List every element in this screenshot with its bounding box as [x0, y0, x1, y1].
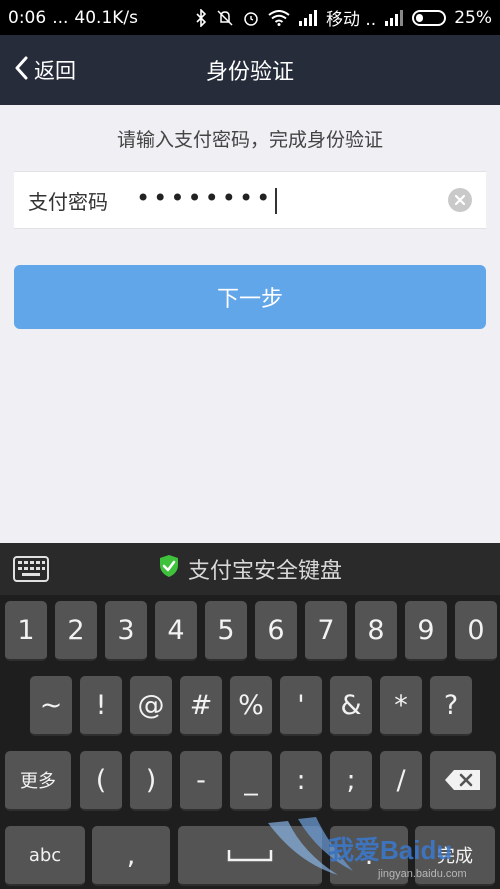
key-colon[interactable]: : — [280, 751, 322, 811]
key-0[interactable]: 0 — [455, 601, 497, 661]
key-question[interactable]: ? — [430, 676, 472, 736]
key-8[interactable]: 8 — [355, 601, 397, 661]
keyboard-icon[interactable] — [13, 556, 49, 582]
password-field[interactable]: 支付密码 •••••••• — [14, 171, 486, 229]
abc-key[interactable]: abc — [5, 826, 85, 886]
mute-icon — [216, 9, 234, 27]
key-right-paren[interactable]: ) — [130, 751, 172, 811]
more-key[interactable]: 更多 — [5, 751, 71, 811]
key-slash[interactable]: / — [380, 751, 422, 811]
key-1[interactable]: 1 — [5, 601, 47, 661]
key-2[interactable]: 2 — [55, 601, 97, 661]
battery-icon — [412, 9, 447, 26]
carrier-label: 移动 .. — [325, 10, 377, 30]
next-button[interactable]: 下一步 — [14, 265, 486, 329]
backspace-icon — [445, 770, 480, 790]
nav-bar: 返回 身份验证 — [0, 35, 500, 105]
key-7[interactable]: 7 — [305, 601, 347, 661]
backspace-key[interactable] — [430, 751, 496, 811]
key-5[interactable]: 5 — [205, 601, 247, 661]
key-hash[interactable]: # — [180, 676, 222, 736]
key-comma[interactable]: , — [92, 826, 170, 886]
back-label: 返回 — [34, 59, 76, 83]
bluetooth-icon — [194, 8, 208, 27]
key-left-paren[interactable]: ( — [80, 751, 122, 811]
watermark-text: 我爱Baidu — [328, 835, 452, 865]
key-6[interactable]: 6 — [255, 601, 297, 661]
chevron-left-icon — [14, 56, 28, 85]
status-time: 0:06 — [8, 7, 47, 28]
text-caret — [275, 188, 278, 215]
key-asterisk[interactable]: * — [380, 676, 422, 736]
clear-button[interactable] — [448, 188, 472, 212]
password-input[interactable]: •••••••• — [136, 183, 278, 215]
signal-icon — [298, 9, 318, 26]
key-ampersand[interactable]: & — [330, 676, 372, 736]
key-hyphen[interactable]: - — [180, 751, 222, 811]
key-9[interactable]: 9 — [405, 601, 447, 661]
prompt-text: 请输入支付密码，完成身份验证 — [116, 129, 383, 151]
wifi-icon — [268, 9, 290, 26]
key-at[interactable]: @ — [130, 676, 172, 736]
signal-icon — [384, 9, 404, 26]
keyboard-header: 支付宝安全键盘 — [0, 543, 500, 595]
close-icon — [454, 194, 466, 206]
password-label: 支付密码 — [28, 189, 108, 214]
status-dots: ... — [52, 7, 69, 28]
key-apostrophe[interactable]: ' — [280, 676, 322, 736]
shield-check-icon — [158, 554, 180, 584]
key-tilde[interactable]: ~ — [30, 676, 72, 736]
status-bar: 0:06 ... 40.1K/s 移动 .. 25% — [0, 0, 500, 35]
password-value: •••••••• — [136, 183, 274, 212]
back-button[interactable]: 返回 — [14, 35, 76, 105]
key-semicolon[interactable]: ; — [330, 751, 372, 811]
baidu-logo-icon: 我爱Baidu jingyan.baidu.com — [268, 817, 467, 880]
key-underscore[interactable]: _ — [230, 751, 272, 811]
key-exclamation[interactable]: ! — [80, 676, 122, 736]
key-4[interactable]: 4 — [155, 601, 197, 661]
main-content: 请输入支付密码，完成身份验证 支付密码 •••••••• 下一步 — [0, 105, 500, 543]
key-percent[interactable]: % — [230, 676, 272, 736]
keyboard-title-text: 支付宝安全键盘 — [187, 559, 342, 584]
baidu-watermark: 我爱Baidu jingyan.baidu.com — [258, 813, 488, 887]
watermark-url: jingyan.baidu.com — [377, 868, 467, 880]
battery-percent: 25% — [454, 7, 492, 28]
key-3[interactable]: 3 — [105, 601, 147, 661]
network-speed: 40.1K/s — [74, 7, 138, 28]
alarm-icon — [242, 9, 260, 27]
keyboard-title: 支付宝安全键盘 — [0, 553, 500, 585]
